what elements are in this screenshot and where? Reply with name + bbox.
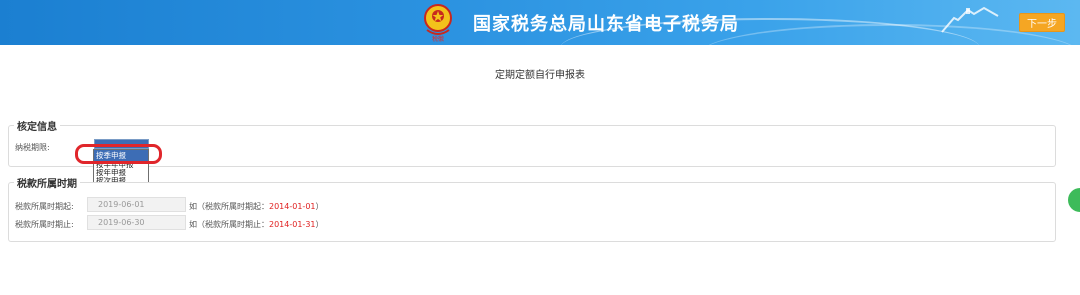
- great-wall-icon: [941, 6, 999, 33]
- period-option[interactable]: 按年申报: [94, 169, 148, 177]
- tax-period-section: 税款所属时期: [8, 175, 1056, 242]
- start-date-label: 税款所属时期起:: [15, 202, 74, 211]
- tax-emblem-icon: 税徽: [424, 4, 452, 42]
- section-legend: 核定信息: [14, 118, 60, 133]
- site-title: 国家税务总局山东省电子税务局: [473, 14, 739, 35]
- highlight-annotation: [75, 144, 162, 164]
- side-floating-button[interactable]: [1068, 188, 1080, 212]
- section-legend: 税款所属时期: [14, 175, 80, 190]
- start-date-hint: 如（税款所属时期起：2014-01-01）: [189, 202, 324, 211]
- end-date-hint: 如（税款所属时期止：2014-01-31）: [189, 220, 324, 229]
- period-label: 纳税期限:: [15, 143, 50, 152]
- assessment-info-section: 核定信息: [8, 118, 1056, 167]
- end-date-field[interactable]: 2019-06-30: [87, 215, 186, 230]
- page-title: 定期定额自行申报表: [495, 70, 585, 81]
- end-date-label: 税款所属时期止:: [15, 220, 74, 229]
- start-date-field[interactable]: 2019-06-01: [87, 197, 186, 212]
- svg-text:税徽: 税徽: [432, 35, 444, 42]
- next-step-button[interactable]: 下一步: [1019, 13, 1065, 32]
